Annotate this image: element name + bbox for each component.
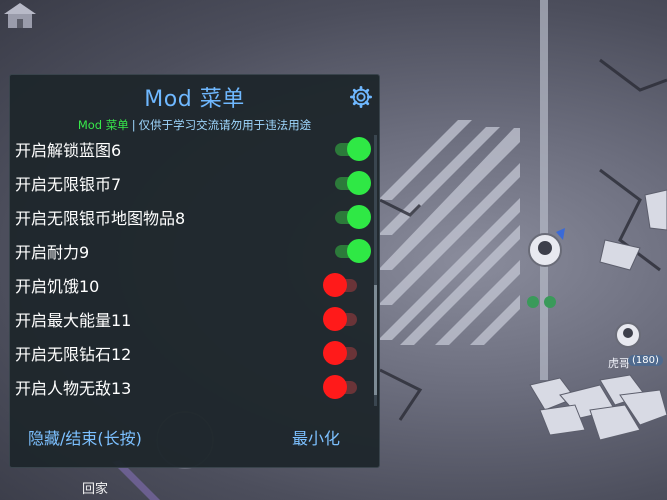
- subtitle-brand: Mod 菜单: [77, 118, 129, 132]
- toggle-switch[interactable]: [333, 205, 371, 229]
- menu-title: Mod 菜单: [144, 87, 245, 112]
- subtitle-separator: |: [131, 118, 136, 132]
- toggle-switch[interactable]: [323, 273, 361, 297]
- option-label: 开启无限银币地图物品8: [15, 209, 186, 228]
- option-row-stamina: 开启耐力9: [10, 234, 379, 268]
- scrollbar-thumb[interactable]: [374, 285, 377, 395]
- gear-icon[interactable]: [350, 86, 372, 108]
- option-row-infinite-silver: 开启无限银币7: [10, 166, 379, 200]
- menu-subtitle: Mod 菜单 | 仅供于学习交流请勿用于违法用途: [10, 117, 379, 133]
- toggle-switch[interactable]: [333, 171, 371, 195]
- toggle-switch[interactable]: [323, 341, 361, 365]
- house-icon[interactable]: [0, 0, 40, 30]
- minimize-button[interactable]: 最小化: [292, 425, 340, 449]
- option-label: 开启解锁蓝图6: [15, 141, 122, 160]
- player-level: (180): [628, 355, 663, 366]
- option-label: 开启饥饿10: [15, 277, 100, 296]
- option-row-invincible: 开启人物无敌13: [10, 370, 379, 404]
- option-row-max-energy: 开启最大能量11: [10, 302, 379, 336]
- player-name: 虎哥: [608, 357, 630, 370]
- toggle-switch[interactable]: [323, 375, 361, 399]
- subtitle-disclaimer: 仅供于学习交流请勿用于违法用途: [138, 118, 312, 132]
- option-label: 开启耐力9: [15, 243, 90, 262]
- option-row-hunger: 开启饥饿10: [10, 268, 379, 302]
- option-row-infinite-silver-map-items: 开启无限银币地图物品8: [10, 200, 379, 234]
- option-label: 开启无限钻石12: [15, 345, 132, 364]
- toggle-switch[interactable]: [333, 137, 371, 161]
- option-label: 开启无限银币7: [15, 175, 122, 194]
- home-button-label[interactable]: 回家: [82, 478, 108, 497]
- mod-menu-panel: Mod 菜单 Mod 菜单 | 仅供于学习交流请勿用于违法用途 开启解锁蓝图6 开启…: [9, 74, 380, 468]
- option-row-infinite-diamonds: 开启无限钻石12: [10, 336, 379, 370]
- option-label: 开启人物无敌13: [15, 379, 132, 398]
- hide-exit-button[interactable]: 隐藏/结束(长按): [28, 425, 142, 449]
- options-scrollbar[interactable]: [374, 135, 377, 406]
- toggle-switch[interactable]: [323, 307, 361, 331]
- option-row-unlock-blueprint: 开启解锁蓝图6: [10, 135, 379, 166]
- toggle-switch[interactable]: [333, 239, 371, 263]
- options-list[interactable]: 开启解锁蓝图6 开启无限银币7 开启无限银币地图物品8 开启耐力9 开启饥饿10…: [10, 135, 379, 406]
- option-label: 开启最大能量11: [15, 311, 132, 330]
